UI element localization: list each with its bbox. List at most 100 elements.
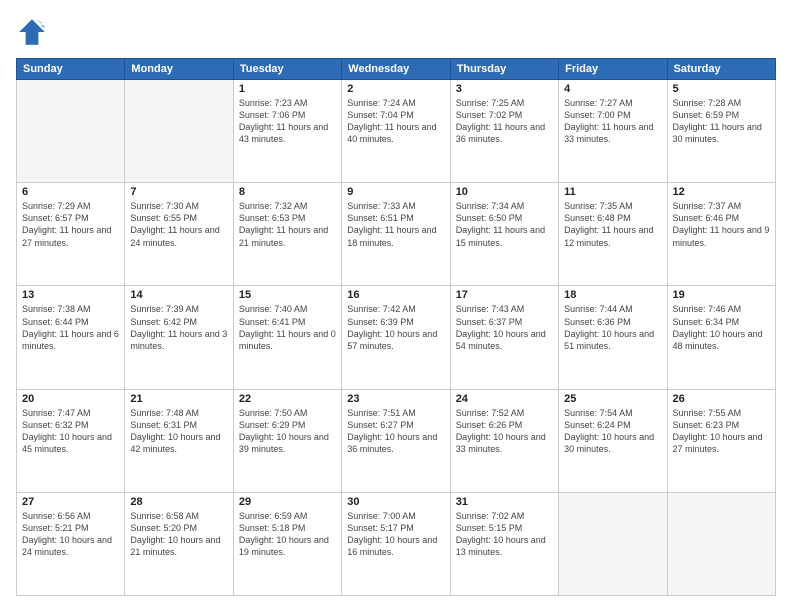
day-info: Sunrise: 7:44 AM Sunset: 6:36 PM Dayligh…	[564, 303, 661, 352]
calendar-cell: 19 Sunrise: 7:46 AM Sunset: 6:34 PM Dayli…	[667, 286, 775, 389]
day-info: Sunrise: 7:51 AM Sunset: 6:27 PM Dayligh…	[347, 407, 444, 456]
day-info: Sunrise: 6:56 AM Sunset: 5:21 PM Dayligh…	[22, 510, 119, 559]
day-number: 8	[239, 186, 336, 198]
day-info: Sunrise: 7:46 AM Sunset: 6:34 PM Dayligh…	[673, 303, 770, 352]
day-info: Sunrise: 7:30 AM Sunset: 6:55 PM Dayligh…	[130, 200, 227, 249]
calendar-cell: 29 Sunrise: 6:59 AM Sunset: 5:18 PM Dayli…	[233, 492, 341, 595]
calendar-cell: 21Sunrise: 7:48 AM Sunset: 6:31 PM Dayli…	[125, 389, 233, 492]
day-number: 22	[239, 393, 336, 405]
day-number: 10	[456, 186, 553, 198]
day-number: 12	[673, 186, 770, 198]
day-number: 24	[456, 393, 553, 405]
day-number: 28	[130, 496, 227, 508]
weekday-header: Monday	[125, 59, 233, 80]
day-number: 1	[239, 83, 336, 95]
day-info: Sunrise: 7:40 AM Sunset: 6:41 PM Dayligh…	[239, 303, 336, 352]
weekday-header: Friday	[559, 59, 667, 80]
day-number: 5	[673, 83, 770, 95]
calendar-cell: 3 Sunrise: 7:25 AM Sunset: 7:02 PM Daylig…	[450, 80, 558, 183]
day-info: Sunrise: 7:25 AM Sunset: 7:02 PM Dayligh…	[456, 97, 553, 146]
calendar-cell: 20 Sunrise: 7:47 AM Sunset: 6:32 PM Dayli…	[17, 389, 125, 492]
calendar-cell: 31 Sunrise: 7:02 AM Sunset: 5:15 PM Dayli…	[450, 492, 558, 595]
day-number: 19	[673, 289, 770, 301]
day-number: 26	[673, 393, 770, 405]
calendar-week: 27 Sunrise: 6:56 AM Sunset: 5:21 PM Dayli…	[17, 492, 776, 595]
calendar-cell: 5 Sunrise: 7:28 AM Sunset: 6:59 PM Daylig…	[667, 80, 775, 183]
day-number: 6	[22, 186, 119, 198]
calendar-cell: 16Sunrise: 7:42 AM Sunset: 6:39 PM Dayli…	[342, 286, 450, 389]
calendar-cell: 8 Sunrise: 7:32 AM Sunset: 6:53 PM Daylig…	[233, 183, 341, 286]
calendar-cell: 26Sunrise: 7:55 AM Sunset: 6:23 PM Dayli…	[667, 389, 775, 492]
day-info: Sunrise: 7:27 AM Sunset: 7:00 PM Dayligh…	[564, 97, 661, 146]
calendar-cell: 4Sunrise: 7:27 AM Sunset: 7:00 PM Daylig…	[559, 80, 667, 183]
day-info: Sunrise: 7:33 AM Sunset: 6:51 PM Dayligh…	[347, 200, 444, 249]
day-info: Sunrise: 7:02 AM Sunset: 5:15 PM Dayligh…	[456, 510, 553, 559]
weekday-header: Tuesday	[233, 59, 341, 80]
day-info: Sunrise: 7:00 AM Sunset: 5:17 PM Dayligh…	[347, 510, 444, 559]
day-info: Sunrise: 7:34 AM Sunset: 6:50 PM Dayligh…	[456, 200, 553, 249]
calendar-cell: 28Sunrise: 6:58 AM Sunset: 5:20 PM Dayli…	[125, 492, 233, 595]
calendar-cell: 14Sunrise: 7:39 AM Sunset: 6:42 PM Dayli…	[125, 286, 233, 389]
day-info: Sunrise: 7:47 AM Sunset: 6:32 PM Dayligh…	[22, 407, 119, 456]
day-info: Sunrise: 7:32 AM Sunset: 6:53 PM Dayligh…	[239, 200, 336, 249]
day-info: Sunrise: 7:42 AM Sunset: 6:39 PM Dayligh…	[347, 303, 444, 352]
calendar-body: 1 Sunrise: 7:23 AM Sunset: 7:06 PM Daylig…	[17, 80, 776, 596]
day-info: Sunrise: 7:29 AM Sunset: 6:57 PM Dayligh…	[22, 200, 119, 249]
calendar-week: 6 Sunrise: 7:29 AM Sunset: 6:57 PM Daylig…	[17, 183, 776, 286]
day-info: Sunrise: 7:23 AM Sunset: 7:06 PM Dayligh…	[239, 97, 336, 146]
calendar-cell: 24 Sunrise: 7:52 AM Sunset: 6:26 PM Dayli…	[450, 389, 558, 492]
weekday-header: Thursday	[450, 59, 558, 80]
calendar-cell: 12Sunrise: 7:37 AM Sunset: 6:46 PM Dayli…	[667, 183, 775, 286]
day-number: 20	[22, 393, 119, 405]
day-info: Sunrise: 7:54 AM Sunset: 6:24 PM Dayligh…	[564, 407, 661, 456]
weekday-header: Saturday	[667, 59, 775, 80]
calendar-cell	[559, 492, 667, 595]
page: SundayMondayTuesdayWednesdayThursdayFrid…	[0, 0, 792, 612]
day-info: Sunrise: 7:52 AM Sunset: 6:26 PM Dayligh…	[456, 407, 553, 456]
weekday-header: Wednesday	[342, 59, 450, 80]
calendar-cell: 25 Sunrise: 7:54 AM Sunset: 6:24 PM Dayli…	[559, 389, 667, 492]
day-number: 9	[347, 186, 444, 198]
day-number: 31	[456, 496, 553, 508]
calendar-cell: 18 Sunrise: 7:44 AM Sunset: 6:36 PM Dayli…	[559, 286, 667, 389]
weekday-header: Sunday	[17, 59, 125, 80]
calendar-cell: 17Sunrise: 7:43 AM Sunset: 6:37 PM Dayli…	[450, 286, 558, 389]
calendar-cell	[125, 80, 233, 183]
calendar-cell: 22 Sunrise: 7:50 AM Sunset: 6:29 PM Dayli…	[233, 389, 341, 492]
day-number: 29	[239, 496, 336, 508]
calendar-cell: 9 Sunrise: 7:33 AM Sunset: 6:51 PM Daylig…	[342, 183, 450, 286]
day-info: Sunrise: 7:38 AM Sunset: 6:44 PM Dayligh…	[22, 303, 119, 352]
calendar-week: 1 Sunrise: 7:23 AM Sunset: 7:06 PM Daylig…	[17, 80, 776, 183]
day-info: Sunrise: 7:43 AM Sunset: 6:37 PM Dayligh…	[456, 303, 553, 352]
day-number: 25	[564, 393, 661, 405]
day-number: 27	[22, 496, 119, 508]
calendar-cell: 30 Sunrise: 7:00 AM Sunset: 5:17 PM Dayli…	[342, 492, 450, 595]
calendar-cell	[667, 492, 775, 595]
day-info: Sunrise: 7:39 AM Sunset: 6:42 PM Dayligh…	[130, 303, 227, 352]
day-number: 21	[130, 393, 227, 405]
calendar-cell: 13 Sunrise: 7:38 AM Sunset: 6:44 PM Dayli…	[17, 286, 125, 389]
day-number: 7	[130, 186, 227, 198]
day-info: Sunrise: 7:28 AM Sunset: 6:59 PM Dayligh…	[673, 97, 770, 146]
weekday-row: SundayMondayTuesdayWednesdayThursdayFrid…	[17, 59, 776, 80]
calendar-cell: 23Sunrise: 7:51 AM Sunset: 6:27 PM Dayli…	[342, 389, 450, 492]
day-number: 15	[239, 289, 336, 301]
day-number: 11	[564, 186, 661, 198]
day-number: 3	[456, 83, 553, 95]
calendar-week: 20 Sunrise: 7:47 AM Sunset: 6:32 PM Dayli…	[17, 389, 776, 492]
header	[16, 16, 776, 48]
day-info: Sunrise: 7:50 AM Sunset: 6:29 PM Dayligh…	[239, 407, 336, 456]
calendar-cell: 1 Sunrise: 7:23 AM Sunset: 7:06 PM Daylig…	[233, 80, 341, 183]
calendar-cell: 7 Sunrise: 7:30 AM Sunset: 6:55 PM Daylig…	[125, 183, 233, 286]
day-number: 30	[347, 496, 444, 508]
calendar-cell: 10 Sunrise: 7:34 AM Sunset: 6:50 PM Dayli…	[450, 183, 558, 286]
logo-icon	[16, 16, 48, 48]
calendar-cell: 11Sunrise: 7:35 AM Sunset: 6:48 PM Dayli…	[559, 183, 667, 286]
day-info: Sunrise: 6:59 AM Sunset: 5:18 PM Dayligh…	[239, 510, 336, 559]
day-number: 18	[564, 289, 661, 301]
calendar: SundayMondayTuesdayWednesdayThursdayFrid…	[16, 58, 776, 596]
day-info: Sunrise: 7:24 AM Sunset: 7:04 PM Dayligh…	[347, 97, 444, 146]
calendar-cell: 15 Sunrise: 7:40 AM Sunset: 6:41 PM Dayli…	[233, 286, 341, 389]
day-number: 13	[22, 289, 119, 301]
calendar-cell: 6 Sunrise: 7:29 AM Sunset: 6:57 PM Daylig…	[17, 183, 125, 286]
